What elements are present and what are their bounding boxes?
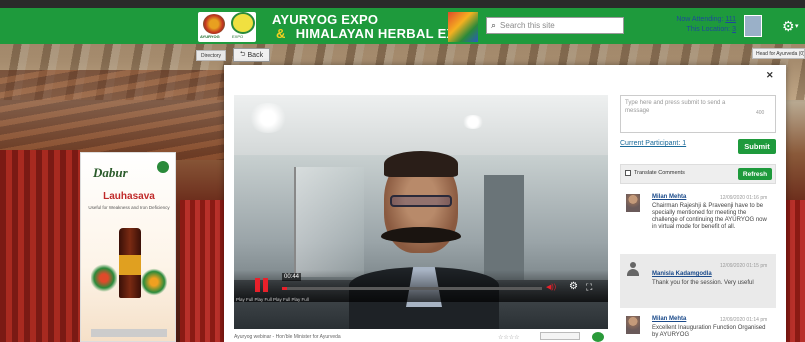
comment-item: 12/09/2020 01:15 pm Manisla Kadamgodla T… [620,254,776,308]
action-button[interactable] [540,332,580,340]
product-name: Lauhasava [103,191,155,202]
search-placeholder: Search this site [500,21,555,30]
this-location-count[interactable]: 3 [732,26,736,33]
speaker-glasses [390,195,452,207]
head-for-ayurveda-button[interactable]: Head for Ayurveda (0) [752,48,805,59]
volume-icon[interactable]: ◀)) [546,283,556,291]
comment-text: Chairman Rajeshji & Praveenji have to be… [652,203,767,230]
whatsapp-icon[interactable] [592,332,604,342]
pause-icon-bar [262,278,268,292]
curtain-left [0,150,80,342]
attendance-info: Now Attending: 111 This Location: 3 [666,15,736,35]
herbal-collage-image [448,12,478,42]
generic-user-icon [627,262,639,276]
comment-text: Excellent Inauguration Function Organise… [652,325,766,338]
comment-text: Thank you for the session. Very useful [652,280,754,286]
video-title: Ayuryog webinar - Hon'ble Minister for A… [234,334,341,340]
video-time: 00:44 [282,273,302,281]
bottle-label [119,255,141,275]
translate-checkbox[interactable] [625,170,631,176]
herbal-expo-logo-icon [231,12,255,34]
herbs-image-right [141,268,167,296]
back-arrow-icon: ⮌ [239,50,246,58]
search-input[interactable]: ⌕ Search this site [486,17,624,34]
video-settings-gear-icon[interactable]: ⚙ [569,281,578,292]
refresh-button[interactable]: Refresh [738,168,772,180]
commenter-name[interactable]: Milan Mehta [652,316,686,322]
pause-icon-bar [254,278,260,292]
now-attending-label: Now Attending: [676,16,724,23]
comment-time: 12/09/2020 01:15 pm [720,263,768,269]
back-label: Back [247,51,264,59]
video-light [248,103,288,133]
submit-button[interactable]: Submit [738,139,776,154]
dabur-brand: Dabur [93,165,128,180]
video-progress-bar[interactable] [282,287,542,290]
back-button[interactable]: ⮌ Back [233,48,270,62]
product-tagline: Useful for Weakness and Iron Deficiency [88,205,170,210]
commenter-avatar [626,194,640,212]
expo-page: AYURYOG EXPO AYURYOG EXPO & HIMALAYAN HER… [0,0,805,342]
ayuryog-logo-text: AYURYOG [200,34,220,39]
comment-item: Milan Mehta 12/09/2020 01:16 pm Chairman… [620,186,776,254]
directory-button[interactable]: Directory [196,50,226,61]
top-strip [0,0,805,8]
expo-title-line2: & HIMALAYAN HERBAL EXPO [276,26,475,41]
curtain-right [785,200,805,342]
video-door [484,175,524,285]
dabur-tree-icon [157,161,169,173]
video-progress-fill [282,287,288,290]
ayuryog-logo-icon[interactable] [203,14,225,34]
rating-stars-icon[interactable]: ☆☆☆☆ [498,334,520,341]
this-location-label: This Location: [686,26,731,33]
curtain-center [180,200,225,342]
close-icon[interactable]: ✕ [766,70,774,81]
comment-time: 12/09/2020 01:14 pm [720,317,768,323]
speaker-hair [384,151,458,177]
banner-footer [91,329,167,337]
auditorium-seats [0,70,230,160]
fullscreen-icon[interactable]: ⛶ [586,282,592,293]
commenter-name[interactable]: Milan Mehta [652,194,686,200]
user-avatar[interactable] [744,15,762,37]
video-glass-partition [294,167,364,277]
pause-button[interactable] [250,278,272,294]
now-attending-count[interactable]: 111 [725,16,736,23]
comment-time: 12/09/2020 01:16 pm [720,195,768,201]
commenter-name[interactable]: Manisla Kadamgodla [652,271,712,277]
search-icon: ⌕ [491,20,497,30]
herbs-image [91,263,117,293]
settings-gear-icon[interactable]: ⚙ [782,18,795,35]
video-light [462,115,484,129]
participants-link[interactable]: Current Participant: 1 [620,140,686,147]
dabur-banner-ad[interactable]: Dabur Lauhasava Useful for Weakness and … [80,152,176,342]
char-count: 400 [756,110,765,116]
translate-label: Translate Comments [634,170,685,176]
speaker-moustache [381,227,461,243]
comments-list[interactable]: Milan Mehta 12/09/2020 01:16 pm Chairman… [620,186,776,342]
herbal-expo-logo-text: EXPO [232,34,244,39]
settings-caret-icon[interactable]: ▾ [795,22,799,30]
comment-item: Milan Mehta 12/09/2020 01:14 pm Excellen… [620,308,776,342]
message-placeholder: Type here and press submit to send a mes… [625,100,726,114]
video-caption: Play Full Play Full Play Full Play Full [236,297,309,302]
title-ampersand: & [276,26,286,41]
commenter-avatar [626,316,640,334]
expo-title-line1: AYURYOG EXPO [272,12,379,27]
